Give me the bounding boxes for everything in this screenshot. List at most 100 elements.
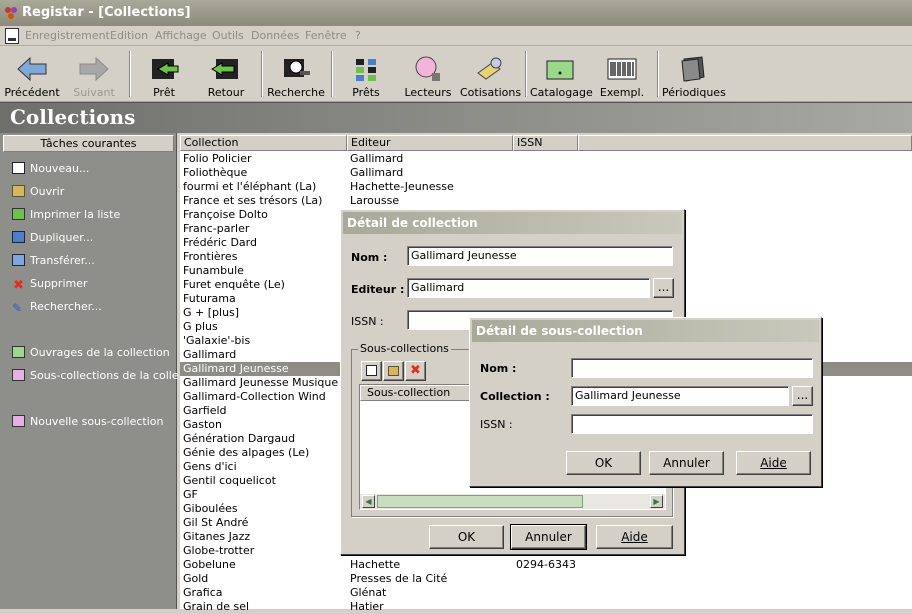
toolbar-separator bbox=[525, 51, 527, 97]
editeur-field[interactable]: Gallimard bbox=[407, 278, 650, 298]
scroll-thumb[interactable] bbox=[377, 495, 583, 508]
task-new[interactable]: Nouveau... bbox=[12, 161, 89, 177]
sub-collection-detail-dialog: Détail de sous-collection Nom : Collecti… bbox=[469, 317, 822, 487]
new-icon bbox=[366, 365, 377, 376]
scroll-left-icon[interactable]: ◀ bbox=[362, 495, 375, 508]
cell-collection: Globe-trotter bbox=[183, 544, 255, 557]
task-duplicate[interactable]: Dupliquer... bbox=[12, 230, 93, 246]
return-icon bbox=[211, 59, 238, 79]
ok-button[interactable]: OK bbox=[566, 451, 641, 475]
next-button[interactable]: Suivant bbox=[64, 47, 124, 102]
link-new-sub-collection[interactable]: Nouvelle sous-collection bbox=[12, 414, 164, 430]
menu-enregistrement[interactable]: Enregistrement bbox=[25, 29, 110, 42]
table-row[interactable]: Gold Presses de la Cité bbox=[180, 572, 912, 586]
sub-collection-column-header[interactable]: Sous-collection bbox=[360, 385, 470, 401]
dialog-title: Détail de sous-collection bbox=[472, 320, 819, 342]
column-header-editeur[interactable]: Editeur bbox=[347, 135, 513, 151]
cell-collection: Giboulées bbox=[183, 502, 238, 515]
duplicate-icon bbox=[12, 231, 25, 243]
search-icon bbox=[284, 59, 310, 77]
barcode-icon bbox=[607, 58, 637, 80]
page-title: Collections bbox=[10, 105, 136, 129]
help-button[interactable]: Aide bbox=[736, 451, 811, 475]
menu-affichage[interactable]: Affichage bbox=[155, 29, 207, 42]
cataloguing-button[interactable]: Catalogage bbox=[530, 47, 593, 102]
cell-collection: Gaston bbox=[183, 418, 223, 431]
menu-bar: Enregistrement Edition Affichage Outils … bbox=[0, 26, 912, 46]
ok-button[interactable]: OK bbox=[429, 525, 504, 549]
table-row[interactable]: Grafica Glénat bbox=[180, 586, 912, 600]
link-sub-collections[interactable]: Sous-collections de la colle... bbox=[12, 368, 189, 384]
collection-field[interactable]: Gallimard Jeunesse bbox=[571, 386, 789, 406]
table-row[interactable]: fourmi et l'éléphant (La) Hachette-Jeunes… bbox=[180, 180, 912, 194]
issn-field[interactable] bbox=[571, 414, 813, 434]
cancel-button[interactable]: Annuler bbox=[649, 451, 724, 475]
cell-collection: Franc-parler bbox=[183, 222, 250, 235]
arrow-left-icon bbox=[17, 56, 47, 82]
add-sub-collection-button[interactable] bbox=[361, 361, 382, 381]
cell-collection: Génie des alpages (Le) bbox=[183, 446, 310, 459]
cell-collection: Gold bbox=[183, 572, 209, 585]
link-collection-works[interactable]: Ouvrages de la collection bbox=[12, 345, 170, 361]
collection-browse-button[interactable]: ... bbox=[792, 386, 813, 406]
horizontal-scrollbar[interactable]: ◀ ▶ bbox=[360, 493, 665, 509]
delete-sub-collection-button[interactable]: ✖ bbox=[405, 361, 426, 381]
table-row[interactable]: Foliothèque Gallimard bbox=[180, 166, 912, 180]
loans-button[interactable]: Prêts bbox=[338, 47, 394, 102]
table-row[interactable]: Folio Policier Gallimard bbox=[180, 152, 912, 166]
copies-button[interactable]: Exempl. bbox=[594, 47, 650, 102]
table-row[interactable]: Gobelune Hachette 0294-6343 bbox=[180, 558, 912, 572]
task-search[interactable]: ✎ Rechercher... bbox=[12, 299, 102, 315]
help-button[interactable]: Aide bbox=[596, 525, 673, 549]
search-button[interactable]: Recherche bbox=[266, 47, 326, 102]
task-print-list[interactable]: Imprimer la liste bbox=[12, 207, 120, 223]
task-transfer[interactable]: Transférer... bbox=[12, 253, 95, 269]
cataloguing-icon bbox=[546, 60, 574, 80]
task-delete[interactable]: ✖ Supprimer bbox=[12, 276, 87, 292]
open-sub-collection-button[interactable] bbox=[383, 361, 404, 381]
task-open[interactable]: Ouvrir bbox=[12, 184, 64, 200]
new-icon bbox=[12, 162, 25, 174]
return-button[interactable]: Retour bbox=[198, 47, 254, 102]
editeur-label: Editeur : bbox=[351, 283, 405, 296]
cell-editeur: Hachette bbox=[350, 558, 401, 571]
open-icon bbox=[12, 185, 25, 197]
cell-collection: G + [plus] bbox=[183, 306, 240, 319]
dialog-title: Détail de collection bbox=[343, 212, 682, 234]
nom-field[interactable] bbox=[571, 358, 813, 378]
document-icon[interactable] bbox=[5, 28, 19, 44]
menu-help[interactable]: ? bbox=[355, 29, 361, 42]
cell-collection: Génération Dargaud bbox=[183, 432, 296, 445]
cancel-button[interactable]: Annuler bbox=[510, 524, 587, 550]
cell-collection: Gallimard bbox=[183, 348, 237, 361]
loan-button[interactable]: Prêt bbox=[136, 47, 192, 102]
readers-button[interactable]: Lecteurs bbox=[400, 47, 456, 102]
column-header-collection[interactable]: Collection bbox=[180, 135, 347, 151]
menu-donnees[interactable]: Données bbox=[251, 29, 299, 42]
column-header-issn[interactable]: ISSN bbox=[513, 135, 578, 151]
search-label: Recherche bbox=[267, 86, 325, 99]
scroll-right-icon[interactable]: ▶ bbox=[650, 495, 663, 508]
subscriptions-button[interactable]: Cotisations bbox=[460, 47, 521, 102]
nom-field[interactable]: Gallimard Jeunesse bbox=[407, 246, 673, 266]
new-sub-collection-icon bbox=[12, 415, 25, 427]
cell-collection: Gens d'ici bbox=[183, 460, 237, 473]
periodicals-icon bbox=[681, 56, 705, 82]
print-icon bbox=[12, 208, 25, 220]
sidebar-header: Tâches courantes bbox=[3, 135, 174, 152]
cell-collection: Funambule bbox=[183, 264, 244, 277]
menu-edition[interactable]: Edition bbox=[110, 29, 148, 42]
loan-icon bbox=[152, 59, 179, 79]
loans-label: Prêts bbox=[352, 86, 380, 99]
table-row[interactable]: Grain de sel Hatier bbox=[180, 600, 912, 614]
readers-icon bbox=[415, 56, 440, 81]
table-row[interactable]: France et ses trésors (La) Larousse bbox=[180, 194, 912, 208]
editeur-browse-button[interactable]: ... bbox=[653, 278, 674, 298]
cell-collection: Garfield bbox=[183, 404, 227, 417]
arrow-right-icon bbox=[79, 56, 109, 82]
menu-outils[interactable]: Outils bbox=[212, 29, 244, 42]
previous-button[interactable]: Précédent bbox=[2, 47, 62, 102]
periodicals-button[interactable]: Périodiques bbox=[662, 47, 726, 102]
cell-collection: Futurama bbox=[183, 292, 236, 305]
menu-fenetre[interactable]: Fenêtre bbox=[305, 29, 347, 42]
